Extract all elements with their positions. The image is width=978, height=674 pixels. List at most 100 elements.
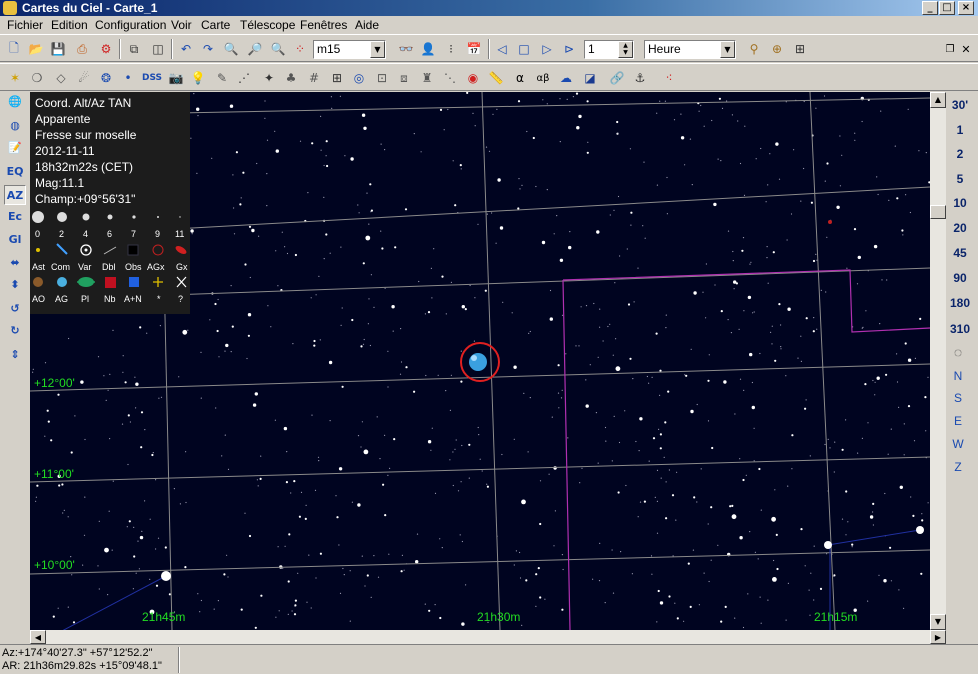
night-vision-icon[interactable]: ◪ bbox=[580, 68, 600, 88]
red-object[interactable] bbox=[828, 220, 832, 224]
find-user-icon[interactable]: 👤 bbox=[418, 39, 438, 59]
star-names-icon[interactable]: ✦ bbox=[259, 68, 279, 88]
alpha-beta-label-icon[interactable]: αβ bbox=[533, 68, 553, 88]
copy-chart-icon[interactable]: ⧉ bbox=[124, 39, 144, 59]
vertical-flip-icon[interactable]: ⇕ bbox=[4, 345, 26, 365]
scroll-up-icon[interactable]: ▲ bbox=[930, 92, 946, 108]
target-icon[interactable]: ⊕ bbox=[767, 39, 787, 59]
scroll-left-icon[interactable]: ◀ bbox=[30, 630, 46, 644]
scale-grid-icon[interactable]: ⊡ bbox=[372, 68, 392, 88]
settings-gear-icon[interactable]: ⚙ bbox=[96, 39, 116, 59]
fov-button[interactable]: 45 bbox=[946, 246, 974, 260]
fov-button[interactable]: 310 bbox=[946, 322, 974, 336]
direction-zenith-button[interactable]: Z bbox=[946, 460, 970, 474]
bright-star[interactable] bbox=[161, 571, 171, 581]
fov-button[interactable]: 180 bbox=[946, 296, 974, 310]
menu-fenetres[interactable]: Fenêtres bbox=[300, 18, 347, 32]
new-file-icon[interactable]: 🗋 bbox=[4, 39, 24, 59]
dss-icon[interactable]: DSS bbox=[140, 68, 164, 88]
compass-icon[interactable]: ◎ bbox=[349, 68, 369, 88]
eq-grid-icon[interactable]: # bbox=[304, 68, 324, 88]
flip-horizontal-icon[interactable]: ⬌ bbox=[4, 253, 26, 273]
rotate-left-icon[interactable]: ↺ bbox=[4, 299, 26, 319]
maximize-button[interactable]: □ bbox=[939, 1, 955, 15]
constellation-lines-icon[interactable]: ⋰ bbox=[234, 68, 254, 88]
chart-grid-icon[interactable]: ⊞ bbox=[790, 39, 810, 59]
galactic-projection-button[interactable]: Gl bbox=[4, 230, 26, 250]
vertical-scrollbar[interactable]: ▲ ▼ bbox=[930, 92, 946, 630]
asteroid-filter-icon[interactable]: ❂ bbox=[96, 68, 116, 88]
open-folder-icon[interactable]: 📂 bbox=[26, 39, 46, 59]
redo-icon[interactable]: ↷ bbox=[198, 39, 218, 59]
list-icon[interactable]: ⁝ bbox=[441, 39, 461, 59]
fov-button[interactable]: 20 bbox=[946, 221, 974, 235]
chevron-down-icon[interactable]: ▼ bbox=[720, 41, 735, 58]
direction-south-button[interactable]: S bbox=[946, 391, 970, 405]
undo-icon[interactable]: ↶ bbox=[176, 39, 196, 59]
fov-button[interactable]: 5 bbox=[946, 172, 974, 186]
milky-way-icon[interactable]: ♣ bbox=[281, 68, 301, 88]
close-button[interactable]: × bbox=[958, 1, 974, 15]
close-child-icon[interactable]: ✕ bbox=[956, 39, 976, 59]
zoom-field-icon[interactable]: 🔍 bbox=[268, 39, 288, 59]
flip-vertical-icon[interactable]: ⬍ bbox=[4, 275, 26, 295]
horizon-icon[interactable]: ◉ bbox=[463, 68, 483, 88]
time-step-field[interactable]: 1 ▲ ▼ bbox=[584, 40, 634, 59]
calendar-icon[interactable]: 📅 bbox=[464, 39, 484, 59]
direction-east-button[interactable]: E bbox=[946, 414, 970, 428]
scroll-down-icon[interactable]: ▼ bbox=[930, 614, 946, 630]
planet-filter-icon[interactable]: • bbox=[118, 68, 138, 88]
az-projection-button[interactable]: AZ bbox=[4, 185, 26, 205]
figures-icon[interactable]: ♜ bbox=[417, 68, 437, 88]
bright-star[interactable] bbox=[824, 541, 832, 549]
ruler-icon[interactable]: 📏 bbox=[486, 68, 506, 88]
menu-telescope[interactable]: Télescope bbox=[240, 18, 295, 32]
time-back-icon[interactable]: ◁ bbox=[492, 39, 512, 59]
bright-star[interactable] bbox=[916, 526, 924, 534]
link-icon[interactable]: 🔗 bbox=[607, 68, 627, 88]
globe-icon[interactable]: 🌐 bbox=[4, 92, 26, 112]
planet-marker[interactable] bbox=[469, 353, 487, 371]
tools-icon[interactable]: ✎ bbox=[212, 68, 232, 88]
ecliptic-icon[interactable]: ⋱ bbox=[440, 68, 460, 88]
direction-west-button[interactable]: W bbox=[946, 437, 970, 451]
rotate-right-icon[interactable]: ↻ bbox=[4, 321, 26, 341]
notes-icon[interactable]: 📝 bbox=[4, 138, 26, 158]
fov-button[interactable]: 1 bbox=[946, 123, 974, 137]
nebula-filter-icon[interactable]: ❍ bbox=[27, 68, 47, 88]
step-spinner-icon[interactable]: ▲ ▼ bbox=[618, 41, 633, 58]
anchor-icon[interactable]: ⚓ bbox=[630, 68, 650, 88]
menu-edition[interactable]: Edition bbox=[51, 18, 88, 32]
center-object-icon[interactable]: ⁘ bbox=[290, 39, 310, 59]
alpha-label-icon[interactable]: α bbox=[510, 68, 530, 88]
cloud-icon[interactable]: ☁ bbox=[556, 68, 576, 88]
print-icon[interactable]: ⎙ bbox=[72, 39, 92, 59]
scroll-thumb[interactable] bbox=[930, 205, 946, 219]
search-object-combo[interactable]: m15 ▼ bbox=[313, 40, 386, 59]
zoom-out-icon[interactable]: 🔎 bbox=[245, 39, 265, 59]
fov-button[interactable]: 90 bbox=[946, 271, 974, 285]
menu-aide[interactable]: Aide bbox=[355, 18, 379, 32]
menu-voir[interactable]: Voir bbox=[171, 18, 192, 32]
lines-filter-icon[interactable]: ◇ bbox=[51, 68, 71, 88]
scroll-right-icon[interactable]: ▶ bbox=[930, 630, 946, 644]
world-icon[interactable]: ◍ bbox=[4, 116, 26, 136]
direction-north-button[interactable]: N bbox=[946, 369, 970, 383]
markers-icon[interactable]: ⁖ bbox=[659, 68, 679, 88]
time-stop-icon[interactable]: □ bbox=[514, 39, 534, 59]
menu-carte[interactable]: Carte bbox=[201, 18, 230, 32]
ecliptic-projection-button[interactable]: Ec bbox=[4, 207, 26, 227]
binoculars-icon[interactable]: 👓 bbox=[396, 39, 416, 59]
tile-windows-icon[interactable]: ◫ bbox=[148, 39, 168, 59]
camera-icon[interactable]: 📷 bbox=[166, 68, 186, 88]
eq-projection-button[interactable]: EQ bbox=[4, 162, 26, 182]
time-fast-forward-icon[interactable]: ⊳ bbox=[559, 39, 579, 59]
fov-button[interactable]: 10 bbox=[946, 196, 974, 210]
fov-button[interactable]: 2 bbox=[946, 147, 974, 161]
horizontal-scrollbar[interactable]: ◀ ▶ bbox=[30, 630, 946, 644]
menu-configuration[interactable]: Configuration bbox=[95, 18, 166, 32]
alt-az-grid-icon[interactable]: ⊞ bbox=[327, 68, 347, 88]
stars-filter-icon[interactable]: ✶ bbox=[5, 68, 25, 88]
minimize-button[interactable]: _ bbox=[922, 1, 938, 15]
chevron-down-icon[interactable]: ▼ bbox=[370, 41, 385, 58]
